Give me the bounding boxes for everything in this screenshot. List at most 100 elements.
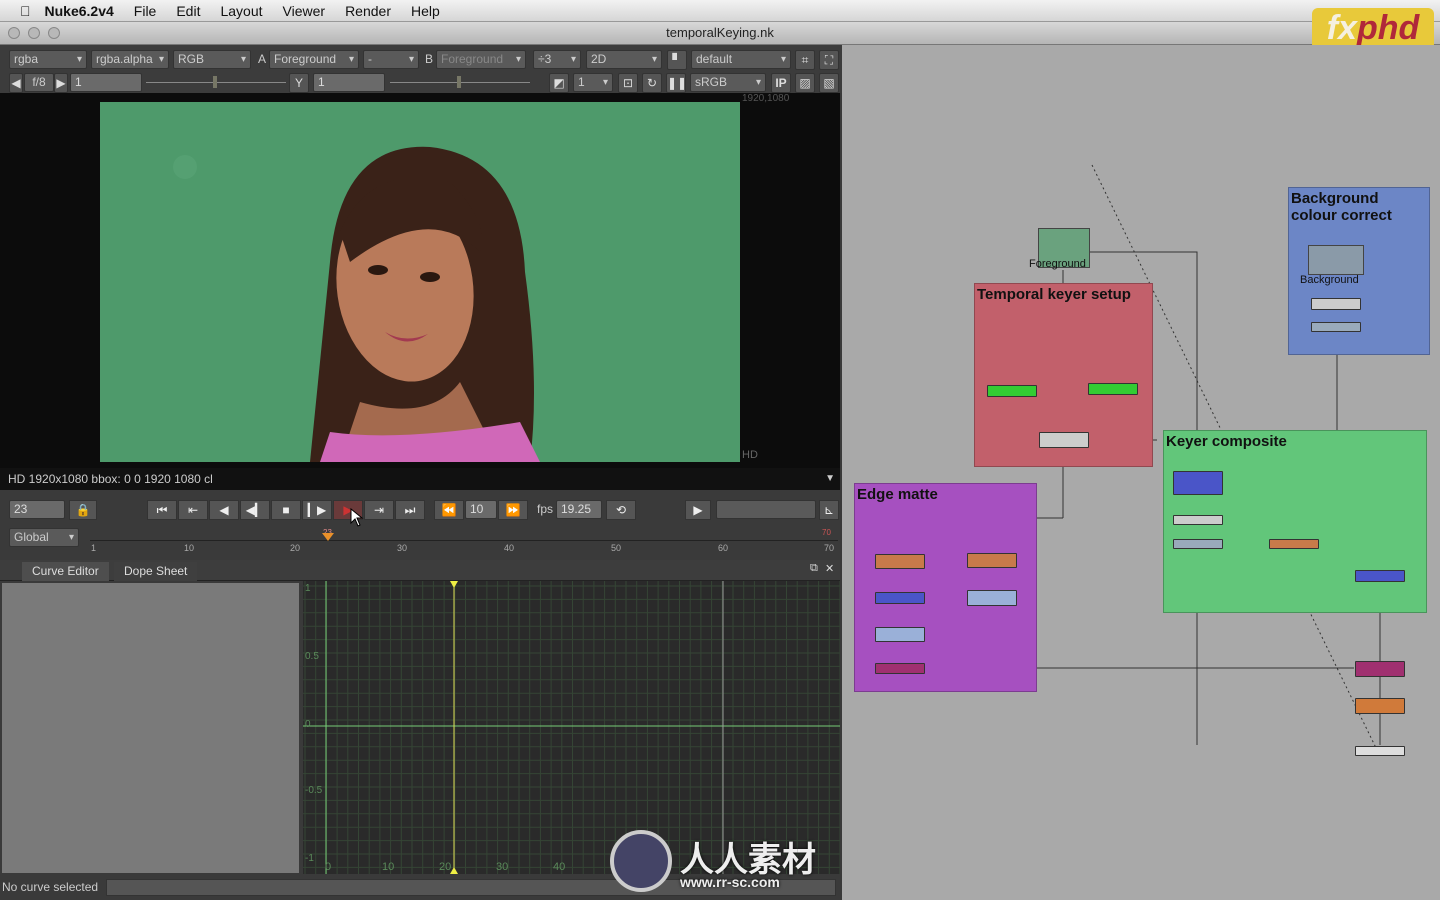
- close-panel-icon[interactable]: ✕: [825, 562, 834, 575]
- fstop-right-arrow-icon[interactable]: ▶: [54, 73, 68, 93]
- background-read-node[interactable]: [1308, 245, 1364, 275]
- gamma-input[interactable]: 1: [313, 73, 385, 92]
- menu-render[interactable]: Render: [345, 3, 391, 19]
- window-title-bar: temporalKeying.nk: [0, 22, 1440, 45]
- menu-viewer[interactable]: Viewer: [283, 3, 326, 19]
- play-backward-icon[interactable]: ◀▎: [240, 500, 270, 520]
- proxy-icon[interactable]: ◩: [549, 73, 569, 93]
- colorcorrect-node[interactable]: [1311, 322, 1361, 332]
- next-keyframe-icon[interactable]: ⇥: [364, 500, 394, 520]
- play-forward-icon[interactable]: ▎▶: [302, 500, 332, 520]
- wipe-icon[interactable]: ▧: [819, 73, 839, 93]
- tab-curve-editor[interactable]: Curve Editor: [22, 562, 109, 581]
- timeline-tick: 50: [611, 543, 622, 553]
- menu-edit[interactable]: Edit: [176, 3, 200, 19]
- fullscreen-icon[interactable]: ⛶: [819, 50, 839, 70]
- compare-op-dropdown[interactable]: -: [363, 50, 419, 69]
- gain-slider-handle[interactable]: [213, 76, 217, 88]
- input-process-button[interactable]: IP: [771, 73, 791, 93]
- display-channels-dropdown[interactable]: RGB: [173, 50, 251, 69]
- current-frame-marker[interactable]: [322, 533, 334, 541]
- last-frame-icon[interactable]: ⏭: [395, 500, 425, 520]
- alpha-channel-dropdown[interactable]: rgba.alpha: [91, 50, 169, 69]
- gamma-y-button[interactable]: Y: [289, 73, 309, 93]
- node-graph[interactable]: Temporal keyer setup Background colour c…: [842, 45, 1440, 900]
- overlay-icon[interactable]: ▨: [795, 73, 815, 93]
- timeline-tick: 1: [91, 543, 97, 553]
- shuffle-node[interactable]: [1173, 539, 1223, 549]
- grade-node[interactable]: [1311, 298, 1361, 310]
- timeline-tick: 70: [824, 543, 835, 553]
- first-frame-icon[interactable]: ⏮: [147, 500, 177, 520]
- x-tick-label: 10: [382, 861, 394, 873]
- backdrop-title: Edge matte: [857, 486, 938, 503]
- view-mode-dropdown[interactable]: 2D: [586, 50, 662, 69]
- backdrop-edge-matte[interactable]: Edge matte: [854, 483, 1037, 692]
- fstop-field[interactable]: f/8: [24, 73, 54, 92]
- fstop-left-arrow-icon[interactable]: ◀: [9, 73, 23, 93]
- previous-keyframe-icon[interactable]: ⇤: [178, 500, 208, 520]
- pause-icon[interactable]: ❚❚: [666, 73, 687, 93]
- increment-input[interactable]: 10: [465, 500, 497, 519]
- colorspace-dropdown[interactable]: sRGB: [690, 73, 766, 92]
- range-ruler-icon[interactable]: ⊾: [819, 500, 839, 520]
- playback-range-field[interactable]: [716, 500, 816, 519]
- watermark: 人人素材 www.rr-sc.com: [610, 828, 840, 894]
- timeline-slider[interactable]: 23 70 1 10 20 30 40 50 60 70: [90, 528, 838, 556]
- zoom-window-button[interactable]: [48, 27, 60, 39]
- flipbook-icon[interactable]: ▶: [685, 500, 711, 520]
- minimize-window-button[interactable]: [28, 27, 40, 39]
- lut-icon[interactable]: ▘: [667, 50, 687, 70]
- blur-node[interactable]: [875, 627, 925, 642]
- dot-node[interactable]: [875, 663, 925, 674]
- keyer-node[interactable]: [987, 385, 1037, 397]
- merge-node[interactable]: [1039, 432, 1089, 448]
- apple-icon[interactable]: : [20, 3, 31, 19]
- range-mode-dropdown[interactable]: Global: [9, 528, 79, 547]
- viewer-canvas[interactable]: 1920,1080 HD: [0, 93, 840, 468]
- erode-node[interactable]: [875, 554, 925, 569]
- info-menu-arrow-icon[interactable]: ▼: [825, 468, 835, 490]
- keymix-node[interactable]: [1355, 661, 1405, 677]
- lock-frame-icon[interactable]: 🔒: [69, 500, 97, 520]
- loop-mode-icon[interactable]: ⟲: [606, 500, 636, 520]
- premult-node[interactable]: [1173, 471, 1223, 495]
- proxy-dropdown[interactable]: 1: [573, 73, 613, 92]
- app-menu[interactable]: Nuke6.2v4: [45, 3, 114, 19]
- float-panel-icon[interactable]: ⧉: [810, 562, 818, 575]
- filter-node[interactable]: [1269, 539, 1319, 549]
- gain-input[interactable]: 1: [70, 73, 142, 92]
- tab-dope-sheet[interactable]: Dope Sheet: [114, 562, 198, 581]
- a-input-label: A: [258, 52, 267, 66]
- blur-node[interactable]: [967, 590, 1017, 606]
- menu-help[interactable]: Help: [411, 3, 440, 19]
- step-back-icon[interactable]: ◀: [209, 500, 239, 520]
- erode-node[interactable]: [967, 553, 1017, 568]
- write-node[interactable]: [1355, 746, 1405, 756]
- gamma-slider-handle[interactable]: [457, 76, 461, 88]
- lut-preset-dropdown[interactable]: default: [691, 50, 791, 69]
- fps-input[interactable]: 19.25: [556, 500, 602, 519]
- keyer-node[interactable]: [1088, 383, 1138, 395]
- backdrop-title: Temporal keyer setup: [977, 286, 1131, 303]
- grade-node[interactable]: [1355, 698, 1405, 714]
- menu-layout[interactable]: Layout: [220, 3, 262, 19]
- menu-file[interactable]: File: [134, 3, 157, 19]
- stop-icon[interactable]: ■: [271, 500, 301, 520]
- region-render-icon[interactable]: ⊡: [618, 73, 638, 93]
- merge-node[interactable]: [875, 592, 925, 604]
- skip-forward-icon[interactable]: ⏩: [498, 500, 528, 520]
- channels-dropdown[interactable]: rgba: [9, 50, 87, 69]
- downrez-dropdown[interactable]: ÷3: [533, 50, 581, 69]
- refresh-icon[interactable]: ↻: [642, 73, 662, 93]
- skip-back-icon[interactable]: ⏪: [434, 500, 464, 520]
- frame-input[interactable]: 23: [9, 500, 65, 519]
- merge-node[interactable]: [1355, 570, 1405, 582]
- close-window-button[interactable]: [8, 27, 20, 39]
- copy-node[interactable]: [1173, 515, 1223, 525]
- b-input-dropdown[interactable]: Foreground: [436, 50, 526, 69]
- curve-tree-panel[interactable]: [2, 583, 299, 873]
- a-input-dropdown[interactable]: Foreground: [269, 50, 359, 69]
- roi-icon[interactable]: ⌗: [795, 50, 815, 70]
- fxphd-logo: fxphd: [1312, 8, 1434, 50]
